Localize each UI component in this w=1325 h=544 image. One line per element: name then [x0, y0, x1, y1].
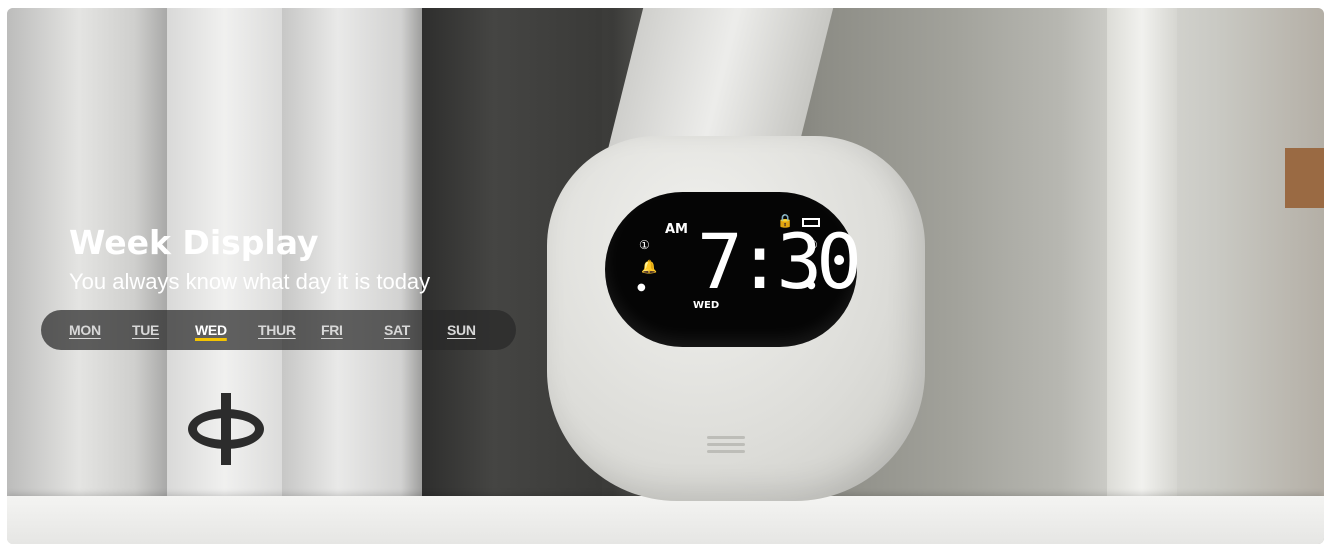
alarm-1-icon: ①: [639, 238, 650, 252]
weekday-selector: MON TUE WED THUR FRI SAT SUN: [41, 310, 516, 350]
day-tue[interactable]: TUE: [132, 322, 177, 338]
speaker-vent-icon: [707, 436, 745, 460]
hero-banner: AM 🔒 ① 🔔 ● ② ● 7:30 WED Week Display You…: [7, 8, 1324, 544]
day-sat[interactable]: SAT: [384, 322, 429, 338]
clock-period: AM: [665, 222, 688, 237]
clock-screen: AM 🔒 ① 🔔 ● ② ● 7:30 WED: [605, 192, 862, 347]
book-symbol-icon: [185, 393, 267, 465]
bell-icon: 🔔: [641, 260, 658, 275]
clock-day: WED: [693, 300, 720, 311]
day-mon[interactable]: MON: [69, 322, 114, 338]
radio-icon: ●: [637, 282, 646, 293]
day-fri[interactable]: FRI: [321, 322, 366, 338]
day-sun[interactable]: SUN: [447, 322, 492, 338]
wood-accent: [1285, 148, 1324, 208]
clock-time: 7:30: [697, 217, 862, 306]
shelf: [7, 496, 1324, 544]
day-thur[interactable]: THUR: [258, 322, 303, 338]
feature-copy: Week Display You always know what day it…: [69, 223, 430, 297]
alarm-clock: AM 🔒 ① 🔔 ● ② ● 7:30 WED: [547, 136, 925, 501]
day-wed[interactable]: WED: [195, 322, 240, 338]
feature-title: Week Display: [69, 223, 319, 262]
wall-panel: [1107, 8, 1177, 498]
feature-subtitle: You always know what day it is today: [69, 269, 431, 294]
